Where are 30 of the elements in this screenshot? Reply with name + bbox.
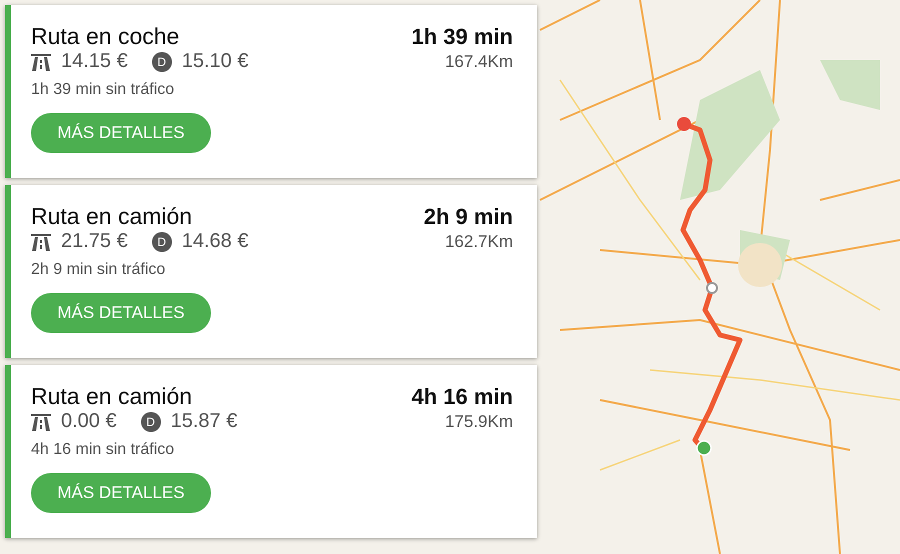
diesel-badge: D xyxy=(140,412,161,432)
route-title: Ruta en camión xyxy=(31,383,192,410)
toll-price: 0.00 € xyxy=(61,410,117,433)
route-distance: 162.7Km xyxy=(444,232,513,252)
waypoint-marker-icon xyxy=(706,282,718,294)
no-traffic-time: 2h 9 min sin tráfico xyxy=(31,261,166,279)
route-duration: 4h 16 min xyxy=(412,384,513,410)
fuel-price: 15.10 € xyxy=(182,50,248,73)
route-title: Ruta en coche xyxy=(31,23,180,50)
toll-price: 21.75 € xyxy=(61,230,128,253)
diesel-badge: D xyxy=(152,232,172,252)
route-title: Ruta en camión xyxy=(31,203,192,230)
start-marker-icon xyxy=(696,440,712,456)
route-distance: 167.4Km xyxy=(444,52,513,72)
no-traffic-time: 1h 39 min sin tráfico xyxy=(31,81,176,99)
route-duration: 2h 9 min xyxy=(424,204,513,230)
fuel-price: 14.68 € xyxy=(182,230,248,253)
details-button[interactable]: MÁS DETALLES xyxy=(31,113,211,153)
details-button[interactable]: MÁS DETALLES xyxy=(31,293,211,333)
highway-icon xyxy=(31,52,51,72)
no-traffic-time: 4h 16 min sin tráfico xyxy=(31,441,176,459)
toll-price: 14.15 € xyxy=(61,50,128,73)
highway-icon xyxy=(31,232,51,252)
diesel-badge: D xyxy=(152,52,172,72)
end-marker-icon xyxy=(677,117,691,131)
highway-icon xyxy=(31,412,51,432)
fuel-price: 15.87 € xyxy=(170,410,238,433)
details-button[interactable]: MÁS DETALLES xyxy=(31,473,211,513)
route-duration: 1h 39 min xyxy=(412,24,513,50)
route-distance: 175.9Km xyxy=(444,412,513,432)
